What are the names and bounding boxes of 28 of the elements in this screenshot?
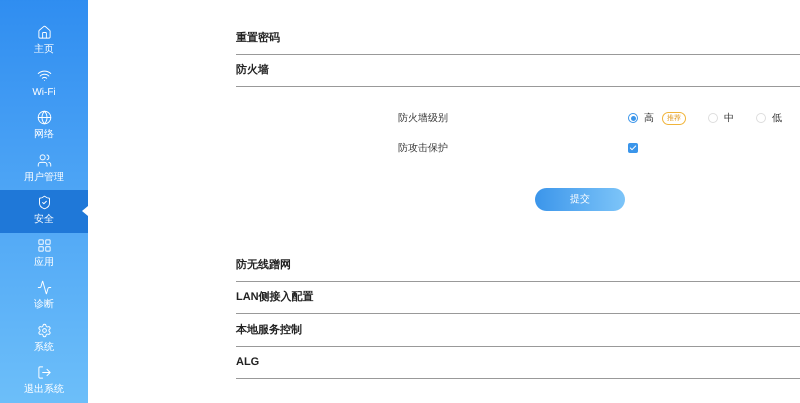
- shield-icon: [36, 195, 52, 210]
- pointer-icon: [82, 206, 88, 216]
- checkbox[interactable]: [628, 143, 638, 153]
- section-header[interactable]: LAN侧接入配置: [236, 282, 800, 314]
- field-label: 防火墙级别: [398, 112, 449, 126]
- section-header[interactable]: 本地服务控制: [236, 314, 800, 346]
- sidebar-item[interactable]: 主页: [0, 20, 88, 62]
- section-header[interactable]: ALG: [236, 346, 800, 379]
- section-header[interactable]: 防无线蹭网: [236, 249, 800, 282]
- globe-icon: [36, 110, 52, 126]
- sidebar-item[interactable]: Wi-Fi: [0, 62, 88, 105]
- home-icon: [36, 25, 52, 40]
- pulse-icon: [36, 280, 52, 296]
- sidebar-item[interactable]: 诊断: [0, 275, 88, 318]
- users-icon: [36, 152, 52, 168]
- grid-icon: [36, 238, 52, 253]
- settings-icon: [36, 322, 52, 338]
- exit-icon: [36, 365, 52, 380]
- section-header[interactable]: 重置密码: [236, 22, 800, 54]
- sidebar-item[interactable]: 用户管理: [0, 148, 88, 190]
- sidebar-item[interactable]: 应用: [0, 232, 88, 275]
- submit-button[interactable]: 提交: [535, 188, 625, 211]
- field-label: 防攻击保护: [398, 142, 449, 156]
- sidebar-item[interactable]: 网络: [0, 105, 88, 148]
- radio-option[interactable]: 低: [756, 110, 782, 126]
- section-header[interactable]: 防火墙: [236, 54, 800, 87]
- radio-option[interactable]: 中: [708, 110, 734, 126]
- sidebar-item[interactable]: 安全: [0, 190, 88, 232]
